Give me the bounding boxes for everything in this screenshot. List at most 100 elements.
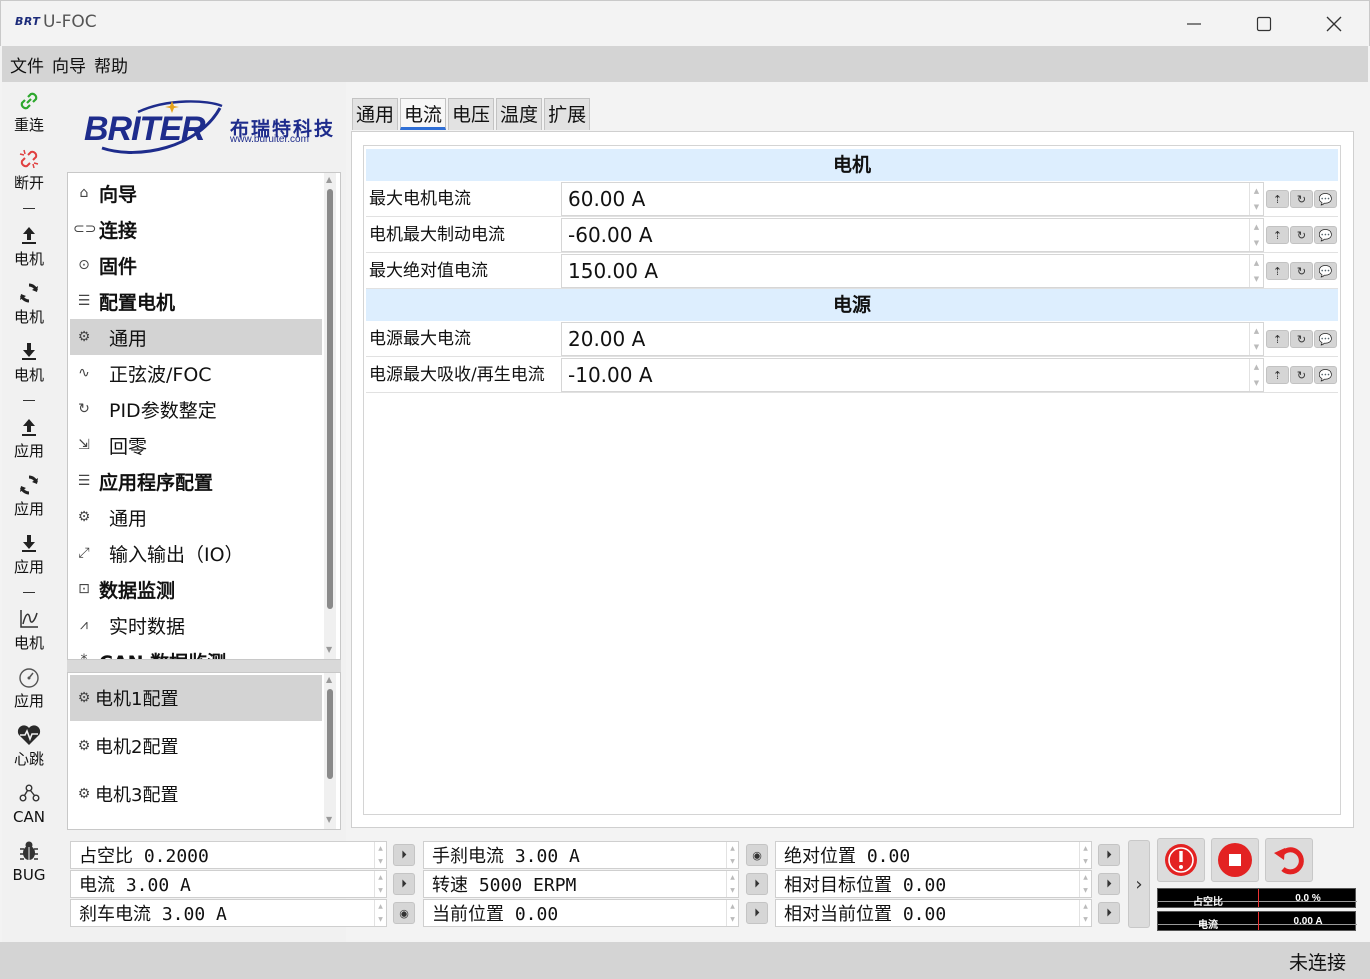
nav-item-foc[interactable]: ∿ 正弦波/FOC [70, 355, 322, 391]
reconnect-button[interactable]: 重连 [2, 84, 56, 140]
nav-item-app-general[interactable]: ⚙ 通用 [70, 499, 322, 535]
nav-item-realtime[interactable]: ⩘ 实时数据 [70, 607, 322, 643]
spinner-arrows[interactable]: ▲ ▼ [1249, 359, 1263, 391]
scroll-thumb[interactable] [327, 189, 333, 609]
close-button[interactable] [1299, 1, 1369, 47]
reset-param-button[interactable]: ↻ [1290, 262, 1313, 280]
apply-brake-button[interactable]: ◉ [393, 902, 415, 924]
help-param-button[interactable]: 💬 [1314, 262, 1337, 280]
write-param-button[interactable]: ⇡ [1266, 366, 1289, 384]
spinner-arrows[interactable]: ▲ ▼ [1079, 900, 1091, 926]
can-button[interactable]: CAN [2, 776, 56, 832]
spinner-arrows[interactable]: ▲ ▼ [1079, 842, 1091, 868]
apply-speed-button[interactable]: ⏵ [746, 873, 768, 895]
reset-param-button[interactable]: ↻ [1290, 330, 1313, 348]
write-param-button[interactable]: ⇡ [1266, 190, 1289, 208]
write-param-button[interactable]: ⇡ [1266, 262, 1289, 280]
apply-relative-target-button[interactable]: ⏵ [1098, 873, 1120, 895]
current-input[interactable]: 电流 3.00 A ▲ ▼ [70, 870, 387, 898]
motor-item-3[interactable]: ⚙ 电机3配置 [70, 771, 322, 817]
spinner-arrows[interactable]: ▲ ▼ [1249, 183, 1263, 215]
spinner-arrows[interactable]: ▲ ▼ [1249, 219, 1263, 251]
scroll-up-arrow[interactable]: ▲ [326, 175, 332, 184]
help-param-button[interactable]: 💬 [1314, 190, 1337, 208]
motor-item-2[interactable]: ⚙ 电机2配置 [70, 723, 322, 769]
apply-handbrake-button[interactable]: ◉ [746, 844, 768, 866]
app-reset-button[interactable]: 应用 [2, 468, 56, 524]
spinner-arrows[interactable]: ▲ ▼ [1249, 255, 1263, 287]
apply-relative-current-button[interactable]: ⏵ [1098, 902, 1120, 924]
relative-current-position-input[interactable]: 相对当前位置 0.00 ▲ ▼ [775, 899, 1092, 927]
nav-item-motor-general[interactable]: ⚙ 通用 [70, 319, 322, 355]
spinner-arrows[interactable]: ▲ ▼ [374, 871, 386, 897]
help-param-button[interactable]: 💬 [1314, 226, 1337, 244]
motor-item-1[interactable]: ⚙ 电机1配置 [70, 675, 322, 721]
spinner-arrows[interactable]: ▲ ▼ [726, 871, 738, 897]
reset-button[interactable] [1265, 838, 1313, 882]
spinner-arrows[interactable]: ▲ ▼ [374, 842, 386, 868]
nav-item-data-monitor[interactable]: ⊡ 数据监测 [70, 571, 322, 607]
bug-button[interactable]: BUG [2, 834, 56, 890]
write-param-button[interactable]: ⇡ [1266, 330, 1289, 348]
motor-read-button[interactable]: 电机 [2, 334, 56, 390]
tab-temperature[interactable]: 温度 [496, 98, 543, 130]
relative-target-position-input[interactable]: 相对目标位置 0.00 ▲ ▼ [775, 870, 1092, 898]
scroll-up-arrow[interactable]: ▲ [326, 675, 332, 684]
app-gauge-button[interactable]: 应用 [2, 660, 56, 716]
motor-list-scrollbar[interactable]: ▲ ▼ [324, 673, 336, 829]
tab-voltage[interactable]: 电压 [448, 98, 495, 130]
nav-item-connect[interactable]: ⊂⊃ 连接 [70, 211, 322, 247]
current-position-input[interactable]: 当前位置 0.00 ▲ ▼ [423, 899, 739, 927]
param-input[interactable]: 20.00 A ▲ ▼ [561, 322, 1264, 356]
motor-reset-button[interactable]: 电机 [2, 276, 56, 332]
scroll-thumb[interactable] [327, 689, 333, 779]
apply-duty-button[interactable]: ⏵ [393, 844, 415, 866]
fault-button[interactable] [1157, 838, 1205, 882]
handbrake-current-input[interactable]: 手刹电流 3.00 A ▲ ▼ [423, 841, 739, 869]
scroll-down-arrow[interactable]: ▼ [326, 645, 332, 654]
param-input[interactable]: 150.00 A ▲ ▼ [561, 254, 1264, 288]
spinner-arrows[interactable]: ▲ ▼ [1079, 871, 1091, 897]
write-param-button[interactable]: ⇡ [1266, 226, 1289, 244]
minimize-button[interactable] [1159, 1, 1229, 47]
absolute-position-input[interactable]: 绝对位置 0.00 ▲ ▼ [775, 841, 1092, 869]
reset-param-button[interactable]: ↻ [1290, 366, 1313, 384]
maximize-button[interactable] [1229, 1, 1299, 47]
tab-general[interactable]: 通用 [352, 98, 399, 130]
reset-param-button[interactable]: ↻ [1290, 190, 1313, 208]
param-input[interactable]: -10.00 A ▲ ▼ [561, 358, 1264, 392]
motor-write-button[interactable]: 电机 [2, 218, 56, 274]
apply-current-position-button[interactable]: ⏵ [746, 902, 768, 924]
motor-chart-button[interactable]: 电机 [2, 602, 56, 658]
stop-button[interactable] [1211, 838, 1259, 882]
disconnect-button[interactable]: 断开 [2, 142, 56, 198]
menu-wizard[interactable]: 向导 [52, 52, 86, 77]
tab-current[interactable]: 电流 [400, 98, 447, 130]
spinner-arrows[interactable]: ▲ ▼ [374, 900, 386, 926]
nav-item-firmware[interactable]: ⊙ 固件 [70, 247, 322, 283]
split-handle[interactable] [67, 660, 341, 672]
param-input[interactable]: 60.00 A ▲ ▼ [561, 182, 1264, 216]
nav-item-can-monitor[interactable]: ⁂CAN 数据监测 [70, 643, 322, 660]
spinner-arrows[interactable]: ▲ ▼ [1249, 323, 1263, 355]
app-read-button[interactable]: 应用 [2, 526, 56, 582]
param-input[interactable]: -60.00 A ▲ ▼ [561, 218, 1264, 252]
spinner-arrows[interactable]: ▲ ▼ [726, 900, 738, 926]
tab-extension[interactable]: 扩展 [544, 98, 591, 130]
reset-param-button[interactable]: ↻ [1290, 226, 1313, 244]
nav-item-homing[interactable]: ⇲ 回零 [70, 427, 322, 463]
nav-item-io[interactable]: ⤢ 输入输出（IO） [70, 535, 322, 571]
scroll-down-arrow[interactable]: ▼ [326, 815, 332, 824]
nav-item-motor-config[interactable]: ☰ 配置电机 [70, 283, 322, 319]
apply-absolute-position-button[interactable]: ⏵ [1098, 844, 1120, 866]
help-param-button[interactable]: 💬 [1314, 366, 1337, 384]
app-write-button[interactable]: 应用 [2, 410, 56, 466]
duty-cycle-input[interactable]: 占空比 0.2000 ▲ ▼ [70, 841, 387, 869]
nav-scrollbar[interactable]: ▲ ▼ [324, 173, 336, 659]
nav-item-wizard[interactable]: ⌂ 向导 [70, 175, 322, 211]
menu-help[interactable]: 帮助 [94, 52, 128, 77]
spinner-arrows[interactable]: ▲ ▼ [726, 842, 738, 868]
menu-file[interactable]: 文件 [10, 52, 44, 77]
speed-input[interactable]: 转速 5000 ERPM ▲ ▼ [423, 870, 739, 898]
help-param-button[interactable]: 💬 [1314, 330, 1337, 348]
